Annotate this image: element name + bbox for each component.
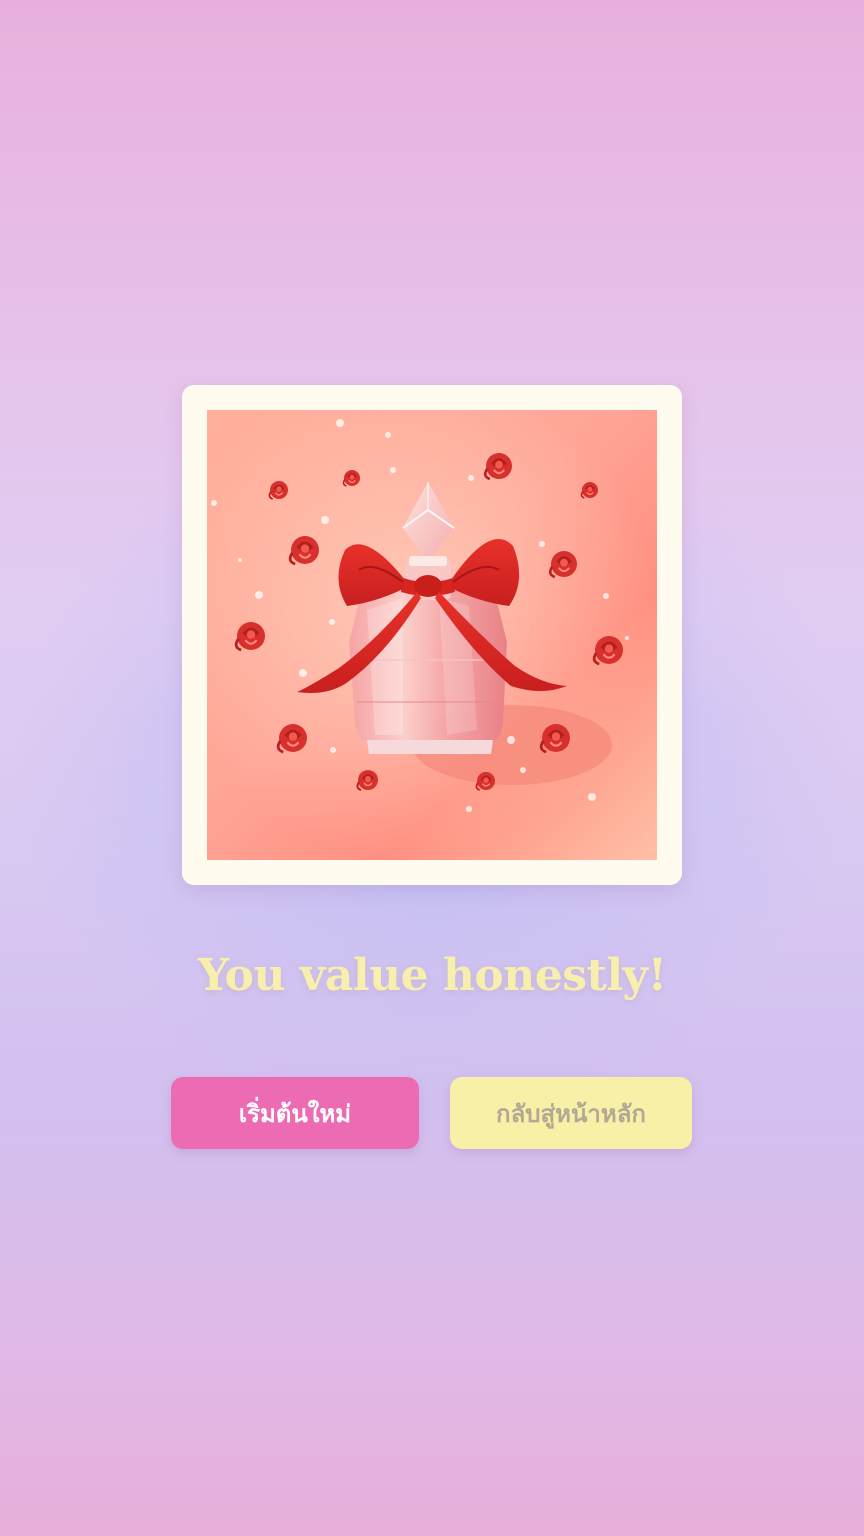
result-screen: You value honestly! เริ่มต้นใหม่ กลับสู่… xyxy=(0,0,864,1536)
restart-button[interactable]: เริ่มต้นใหม่ xyxy=(171,1077,419,1149)
result-image-frame xyxy=(182,385,682,885)
back-to-home-button[interactable]: กลับสู่หน้าหลัก xyxy=(450,1077,692,1149)
perfume-bottle-illustration xyxy=(207,410,657,860)
restart-button-label: เริ่มต้นใหม่ xyxy=(238,1099,352,1128)
back-to-home-button-label: กลับสู่หน้าหลัก xyxy=(496,1099,646,1128)
result-title: You value honestly! xyxy=(197,950,667,1001)
